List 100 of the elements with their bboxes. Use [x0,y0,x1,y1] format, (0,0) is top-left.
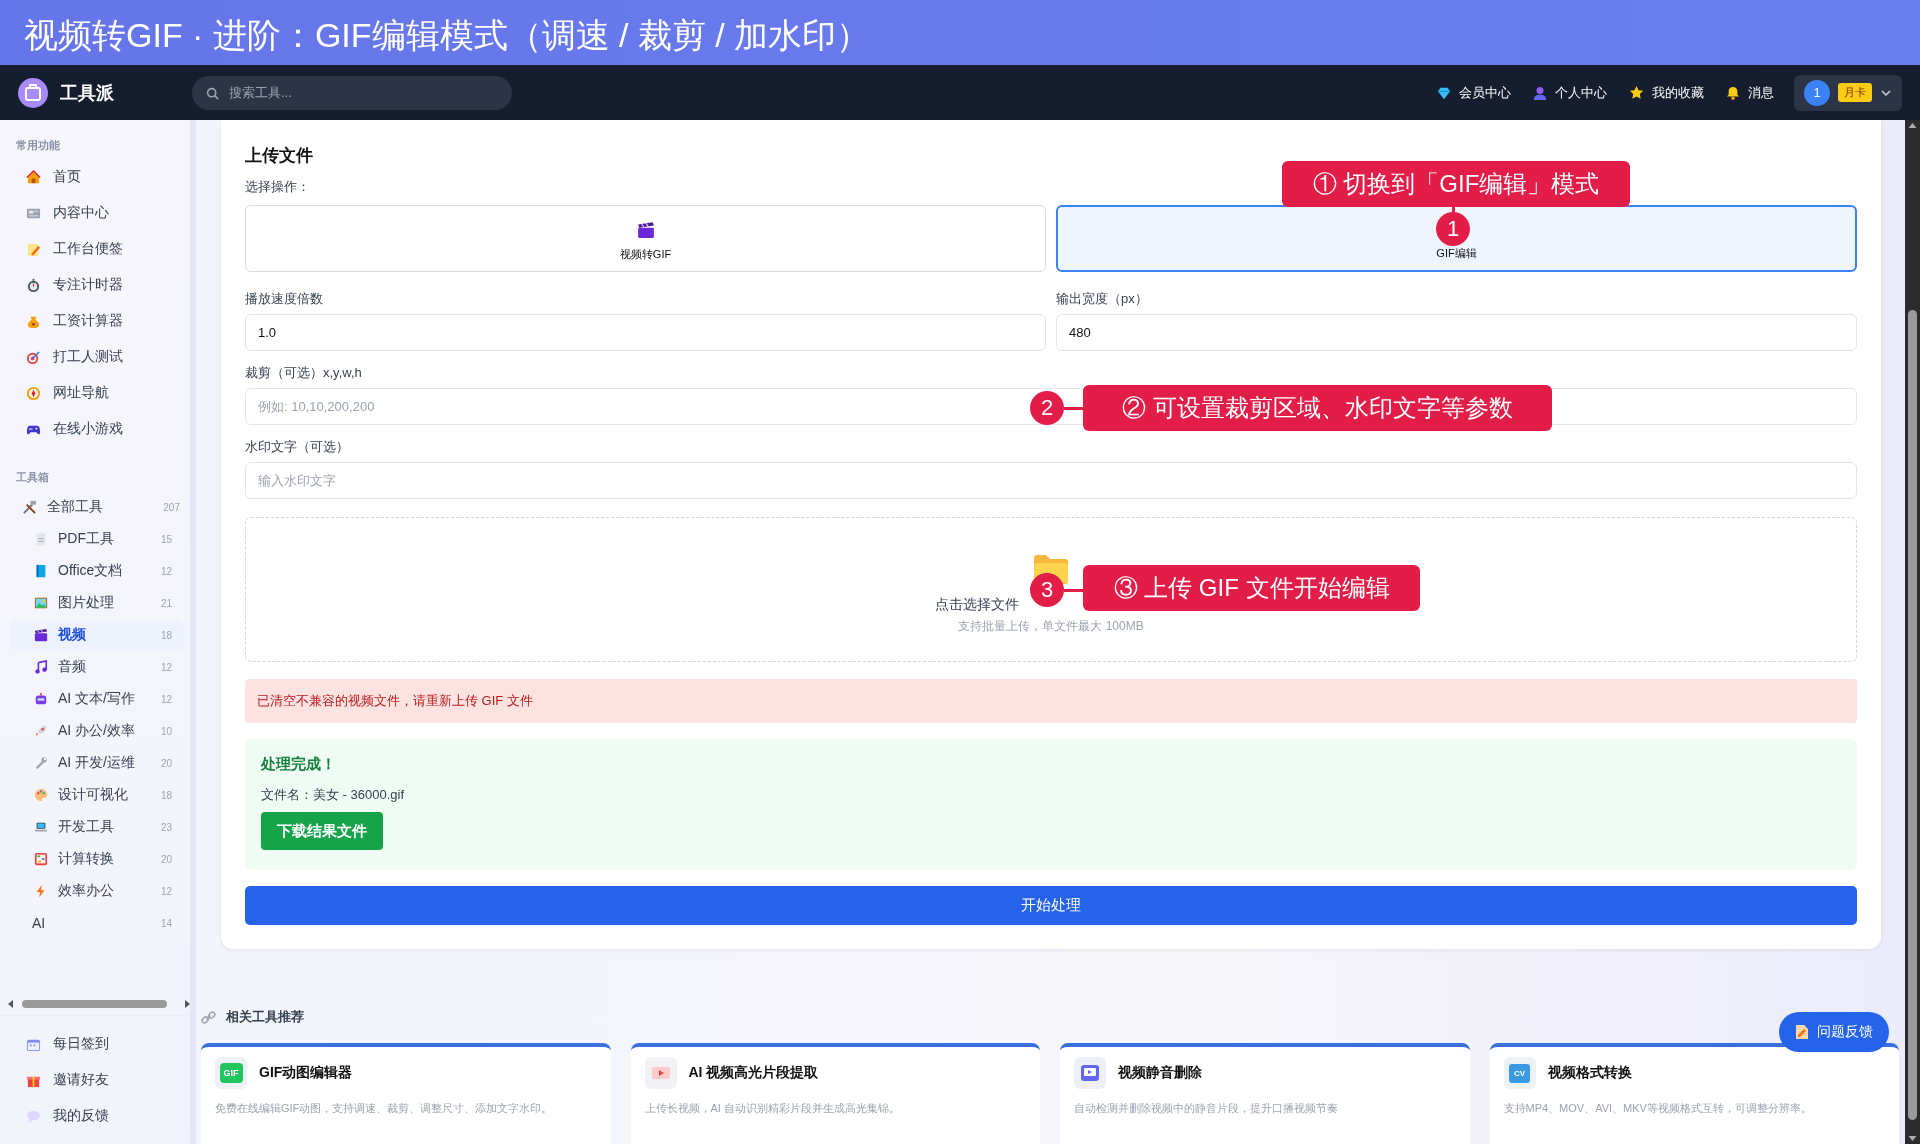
tool-card[interactable]: 视频静音删除 自动检测并删除视频中的静音片段，提升口播视频节奏 [1060,1043,1470,1144]
upload-prompt: 点击选择文件 [935,596,1019,614]
tools-icon [22,499,37,515]
feedback-button[interactable]: 问题反馈 [1779,1012,1889,1052]
user-avatar[interactable]: 1 [1804,79,1830,106]
section-title: 上传文件 [245,145,314,164]
result-filename: 文件名：美女 - 36000.gif [261,786,406,804]
operation-option[interactable]: 视频转GIF [245,205,1046,272]
tool-title: 视频静音删除 [1118,1064,1202,1082]
sidebar-item[interactable]: 在线小游戏 [10,411,184,447]
item-count: 12 [160,885,173,897]
item-count: 12 [160,693,173,705]
house-icon [26,169,41,185]
gif-badge-icon: GIF [219,1063,243,1083]
sidebar-item[interactable]: 首页 [10,159,184,195]
section-heading: 常用功能 [15,138,61,153]
nav-link[interactable]: 消息 [1726,83,1774,102]
item-count: 20 [160,853,173,865]
sidebar-item[interactable]: AI 办公/效率 10 [10,715,184,747]
document-icon [34,532,48,546]
logo-icon[interactable] [18,77,48,108]
leader-line [1064,407,1083,410]
picture-frame-icon [34,596,48,610]
error-message: 已清空不兼容的视频文件，请重新上传 GIF 文件 [245,679,1857,723]
callout-label: ① 切换到「GIF编辑」模式 [1282,161,1630,207]
item-count: 18 [160,629,173,641]
tool-card[interactable]: CV 视频格式转换 支持MP4、MOV、AVI、MKV等视频格式互转，可调整分辨率。 [1489,1043,1899,1144]
field-label: 播放速度倍数 [245,290,323,308]
field-label: 裁剪（可选）x,y,w,h [245,364,362,382]
input-field[interactable]: 输入水印文字 [245,462,1857,499]
section-heading: 工具箱 [15,470,50,485]
sidebar-item[interactable]: 工作台便签 [10,231,184,267]
palette-icon [34,788,48,802]
sidebar-item[interactable]: 视频 18 [10,619,184,651]
sidebar-item[interactable]: 计算转换 20 [10,843,184,875]
nav-link[interactable]: 我的收藏 [1629,83,1704,102]
sidebar-item[interactable]: 图片处理 21 [10,587,184,619]
membership-badge: 月卡 [1838,83,1872,102]
wrench-icon [34,756,48,770]
item-count: 23 [160,821,173,833]
robot-icon [34,692,48,706]
sidebar-item[interactable]: 网址导航 [10,375,184,411]
tool-description: 上传长视频，AI 自动识别精彩片段并生成高光集锦。 [644,1101,901,1116]
sidebar-item[interactable]: Office文档 12 [10,555,184,587]
sidebar-item[interactable]: 我的反馈 [10,1098,184,1134]
sidebar-item[interactable]: 音频 12 [10,651,184,683]
abacus-icon [34,852,48,866]
target-icon [26,349,41,365]
nav-link[interactable]: 会员中心 [1437,83,1511,102]
cv-badge-icon: CV [1508,1063,1531,1083]
sidebar-item[interactable]: 工资计算器 [10,303,184,339]
item-count: 20 [160,757,173,769]
item-count: 21 [160,597,173,609]
page-title: 视频转GIF · 进阶：GIF编辑模式（调速 / 裁剪 / 加水印） [23,15,872,56]
sidebar-item[interactable]: 邀请好友 [10,1062,184,1098]
sidebar-item[interactable]: 设计可视化 18 [10,779,184,811]
tool-card[interactable]: GIF GIF动图编辑器 免费在线编辑GIF动图，支持调速、裁剪、调整尺寸、添加文字水印。 [201,1043,611,1144]
clapperboard-icon [34,628,48,642]
sidebar-item[interactable]: AI 14 [10,907,184,939]
item-count: 15 [160,533,173,545]
sidebar-item[interactable]: 效率办公 12 [10,875,184,907]
item-count: 207 [163,501,181,513]
person-icon [1533,85,1547,100]
rocket-icon [34,724,48,738]
input-field[interactable]: 480 [1056,314,1857,351]
play-screen-icon [1080,1064,1100,1082]
stopwatch-icon [26,277,41,293]
sidebar-item[interactable]: 打工人测试 [10,339,184,375]
bell-icon [1726,85,1740,100]
upload-hint: 支持批量上传，单文件最大 100MB [958,618,1144,635]
search-field[interactable]: 搜索工具... [192,75,512,110]
sidebar-item[interactable]: AI 文本/写作 12 [10,683,184,715]
sidebar-item[interactable]: 专注计时器 [10,267,184,303]
note-icon [26,241,41,257]
compass-icon [26,385,41,401]
tool-card[interactable]: AI 视频高光片段提取 上传长视频，AI 自动识别精彩片段并生成高光集锦。 [630,1043,1040,1144]
star-icon [1629,85,1644,100]
video-play-icon [650,1065,671,1081]
vertical-scrollbar[interactable] [1905,120,1920,1144]
tool-description: 自动检测并删除视频中的静音片段，提升口播视频节奏 [1074,1101,1339,1116]
sidebar-item[interactable]: AI 开发/运维 20 [10,747,184,779]
music-note-icon [34,660,48,674]
sidebar-item[interactable]: PDF工具 15 [10,523,184,555]
sidebar-item[interactable]: 全部工具 207 [10,491,184,523]
book-icon [34,564,48,578]
field-label: 水印文字（可选） [245,438,349,456]
sidebar-item[interactable]: 内容中心 [10,195,184,231]
sidebar-item[interactable]: 每日签到 [10,1026,184,1062]
user-menu[interactable]: 1 月卡 [1794,74,1902,111]
start-button[interactable]: 开始处理 [245,886,1857,925]
laptop-icon [34,820,48,834]
tool-title: AI 视频高光片段提取 [688,1064,819,1082]
diamond-icon [1437,85,1451,100]
leader-line [1064,589,1083,592]
brand-name: 工具派 [60,81,114,105]
nav-link[interactable]: 个人中心 [1533,83,1607,102]
tool-title: 视频格式转换 [1547,1064,1632,1082]
callout-label: ② 可设置裁剪区域、水印文字等参数 [1083,385,1552,431]
sidebar-item[interactable]: 开发工具 23 [10,811,184,843]
input-field[interactable]: 1.0 [245,314,1046,351]
